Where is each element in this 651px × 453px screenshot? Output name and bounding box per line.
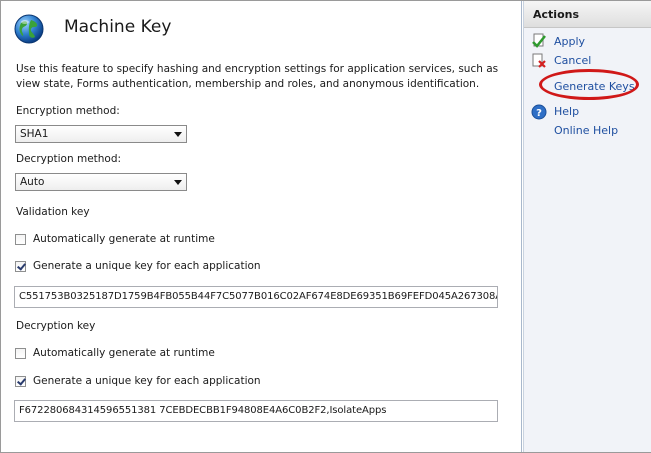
- page-description: Use this feature to specify hashing and …: [16, 63, 499, 90]
- online-help-link[interactable]: Online Help: [554, 124, 618, 137]
- feature-pane: Machine Key Use this feature to specify …: [1, 1, 522, 452]
- validation-key-input[interactable]: C551753B0325187D1759B4FB055B44F7C5077B01…: [14, 286, 498, 308]
- help-link[interactable]: Help: [554, 105, 579, 118]
- chevron-down-icon: [174, 132, 182, 137]
- decryption-method-label: Decryption method:: [16, 153, 122, 165]
- encryption-method-label: Encryption method:: [16, 105, 120, 117]
- apply-check-icon: [532, 33, 546, 48]
- encryption-method-value: SHA1: [20, 128, 49, 140]
- decryption-unique-key-checkbox[interactable]: [15, 376, 26, 387]
- decryption-key-input[interactable]: F672280684314596551381 7CEBDECBB1F94808E…: [14, 400, 498, 422]
- cancel-x-icon: [532, 53, 546, 68]
- apply-link[interactable]: Apply: [554, 35, 585, 48]
- highlight-ellipse: [539, 69, 639, 100]
- validation-key-section-label: Validation key: [16, 206, 90, 218]
- help-icon: ?: [531, 104, 547, 120]
- validation-key-value: C551753B0325187D1759B4FB055B44F7C5077B01…: [19, 291, 498, 302]
- actions-header-label: Actions: [533, 8, 579, 21]
- svg-text:?: ?: [536, 108, 542, 119]
- decryption-key-value: F672280684314596551381 7CEBDECBB1F94808E…: [19, 405, 387, 416]
- globe-icon: [14, 14, 44, 44]
- chevron-down-icon: [174, 180, 182, 185]
- actions-header: Actions: [524, 1, 651, 28]
- encryption-method-select[interactable]: SHA1: [15, 125, 187, 143]
- decryption-auto-generate-label: Automatically generate at runtime: [33, 347, 215, 359]
- page-title: Machine Key: [64, 17, 172, 37]
- validation-unique-key-checkbox[interactable]: [15, 261, 26, 272]
- validation-auto-generate-checkbox[interactable]: [15, 234, 26, 245]
- decryption-method-value: Auto: [20, 176, 45, 188]
- decryption-unique-key-label: Generate a unique key for each applicati…: [33, 375, 261, 387]
- validation-auto-generate-label: Automatically generate at runtime: [33, 233, 215, 245]
- cancel-link[interactable]: Cancel: [554, 54, 591, 67]
- decryption-auto-generate-checkbox[interactable]: [15, 348, 26, 359]
- validation-unique-key-label: Generate a unique key for each applicati…: [33, 260, 261, 272]
- decryption-method-select[interactable]: Auto: [15, 173, 187, 191]
- decryption-key-section-label: Decryption key: [16, 320, 96, 332]
